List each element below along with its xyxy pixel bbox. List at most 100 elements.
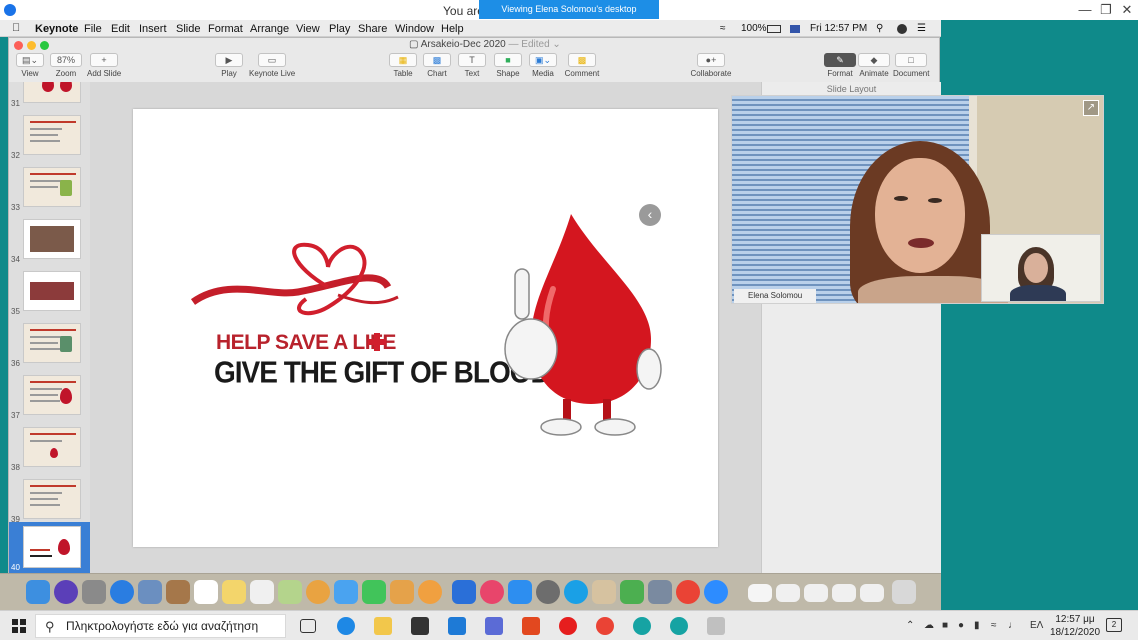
pages-icon[interactable]: [390, 580, 414, 604]
window-thumbnail-4[interactable]: [832, 584, 856, 602]
contacts-icon[interactable]: [166, 580, 190, 604]
app-store-icon[interactable]: [508, 580, 532, 604]
apple-icon[interactable]: : [12, 22, 20, 34]
store-icon[interactable]: [411, 617, 429, 635]
onedrive-icon[interactable]: ☁: [924, 620, 934, 631]
menu-insert[interactable]: Insert: [139, 23, 167, 35]
tray-chevron-up-icon[interactable]: ⌃: [906, 620, 914, 631]
windows-start-icon[interactable]: [12, 619, 26, 633]
close-window-icon[interactable]: [14, 41, 23, 50]
table-button[interactable]: ▦ Table: [388, 53, 418, 78]
music-icon[interactable]: [480, 580, 504, 604]
task-view-icon[interactable]: [300, 619, 316, 633]
slide-thumbnail-36[interactable]: 36: [9, 320, 90, 370]
slide-thumbnail-32[interactable]: 32: [9, 112, 90, 162]
menu-app[interactable]: Keynote: [35, 23, 78, 35]
slide-thumbnail-40[interactable]: 40: [9, 522, 90, 574]
finder-icon[interactable]: [26, 580, 50, 604]
siri-icon[interactable]: [54, 580, 78, 604]
preview-icon[interactable]: [138, 580, 162, 604]
menubar-clock[interactable]: Fri 12:57 PM: [810, 23, 867, 34]
microphone-icon[interactable]: ●: [958, 620, 964, 631]
app-icon-a[interactable]: [485, 617, 503, 635]
menu-arrange[interactable]: Arrange: [250, 23, 289, 35]
zoom-window-icon[interactable]: [40, 41, 49, 50]
close-icon[interactable]: ✕: [1116, 2, 1138, 18]
media-button[interactable]: ▣⌄ Media: [528, 53, 558, 78]
edge-icon[interactable]: [337, 617, 355, 635]
system-preferences-icon[interactable]: [536, 580, 560, 604]
office-icon[interactable]: [522, 617, 540, 635]
slide-canvas[interactable]: HELP SAVE A LIFE GIVE THE GIFT OF BLOOD …: [90, 82, 761, 574]
app-icon-d[interactable]: [707, 617, 725, 635]
opera-icon[interactable]: [559, 617, 577, 635]
play-button[interactable]: ▶ Play: [214, 53, 244, 78]
taskbar-clock[interactable]: 12:57 μμ 18/12/2020: [1049, 613, 1101, 639]
slide-thumbnail-34[interactable]: 34: [9, 216, 90, 266]
photos-icon[interactable]: [306, 580, 330, 604]
volume-icon[interactable]: ♩: [1008, 620, 1018, 631]
app-icon-c[interactable]: [670, 617, 688, 635]
books-icon[interactable]: [418, 580, 442, 604]
screenshot-icon[interactable]: [648, 580, 672, 604]
app-icon-b[interactable]: [633, 617, 651, 635]
current-slide[interactable]: HELP SAVE A LIFE GIVE THE GIFT OF BLOOD …: [133, 109, 718, 547]
slide-thumbnail-31[interactable]: 31: [9, 82, 90, 110]
taskbar-search-input[interactable]: [66, 617, 281, 635]
text-button[interactable]: T Text: [457, 53, 487, 78]
expand-icon[interactable]: ↗: [1083, 100, 1099, 116]
zoom-app-icon[interactable]: [704, 580, 728, 604]
shape-button[interactable]: ■ Shape: [493, 53, 523, 78]
menu-play[interactable]: Play: [329, 23, 350, 35]
chrome-taskbar-icon[interactable]: [596, 617, 614, 635]
menu-help[interactable]: Help: [441, 23, 464, 35]
mail-icon[interactable]: [448, 617, 466, 635]
facetime-icon[interactable]: [362, 580, 386, 604]
battery-tray-icon[interactable]: ▮: [974, 620, 980, 631]
viewing-banner[interactable]: Viewing Elena Solomou's desktop: [479, 0, 659, 19]
skype-icon[interactable]: [564, 580, 588, 604]
messages-icon[interactable]: [334, 580, 358, 604]
minimize-window-icon[interactable]: [27, 41, 36, 50]
reminders-icon[interactable]: [250, 580, 274, 604]
slide-thumbnail-33[interactable]: 33: [9, 164, 90, 214]
menu-format[interactable]: Format: [208, 23, 243, 35]
notifications-icon[interactable]: 2: [1106, 618, 1122, 632]
slide-thumbnail-37[interactable]: 37: [9, 372, 90, 422]
tray-app-icon[interactable]: ■: [942, 620, 948, 631]
menu-slide[interactable]: Slide: [176, 23, 200, 35]
maps-icon[interactable]: [278, 580, 302, 604]
slide-thumbnail-38[interactable]: 38: [9, 424, 90, 474]
chart-button[interactable]: ▩ Chart: [422, 53, 452, 78]
window-thumbnail-3[interactable]: [804, 584, 828, 602]
add-slide-button[interactable]: + Add Slide: [87, 53, 121, 78]
animate-button[interactable]: ◆ Animate: [858, 53, 890, 78]
restore-icon[interactable]: ❐: [1095, 2, 1117, 18]
spotlight-icon[interactable]: ⚲: [876, 23, 883, 34]
keynote-live-button[interactable]: ▭ Keynote Live: [249, 53, 295, 78]
comment-button[interactable]: ▩ Comment: [564, 53, 600, 78]
self-view-video[interactable]: [981, 234, 1101, 302]
notification-center-icon[interactable]: ☰: [917, 23, 926, 34]
taskbar-search[interactable]: ⚲: [35, 614, 286, 638]
notes-icon[interactable]: [222, 580, 246, 604]
numbers-icon[interactable]: [620, 580, 644, 604]
window-thumbnail-1[interactable]: [748, 584, 772, 602]
document-button[interactable]: □ Document: [893, 53, 929, 78]
calendar-icon[interactable]: [194, 580, 218, 604]
menu-file[interactable]: File: [84, 23, 102, 35]
zoom-button[interactable]: 87% Zoom: [49, 53, 83, 78]
chrome-icon[interactable]: [676, 580, 700, 604]
flag-icon[interactable]: [790, 25, 800, 33]
slide-thumbnail-35[interactable]: 35: [9, 268, 90, 318]
user-icon[interactable]: [897, 24, 907, 34]
chevron-left-icon[interactable]: ‹: [639, 204, 661, 226]
format-button[interactable]: ✎ Format: [824, 53, 856, 78]
collaborate-button[interactable]: ●+ Collaborate: [690, 53, 732, 78]
window-thumbnail-2[interactable]: [776, 584, 800, 602]
battery-level[interactable]: 100%: [741, 23, 767, 34]
wifi-icon[interactable]: ≈: [720, 23, 726, 34]
launchpad-icon[interactable]: [82, 580, 106, 604]
menu-view[interactable]: View: [296, 23, 320, 35]
keynote-icon[interactable]: [452, 580, 476, 604]
